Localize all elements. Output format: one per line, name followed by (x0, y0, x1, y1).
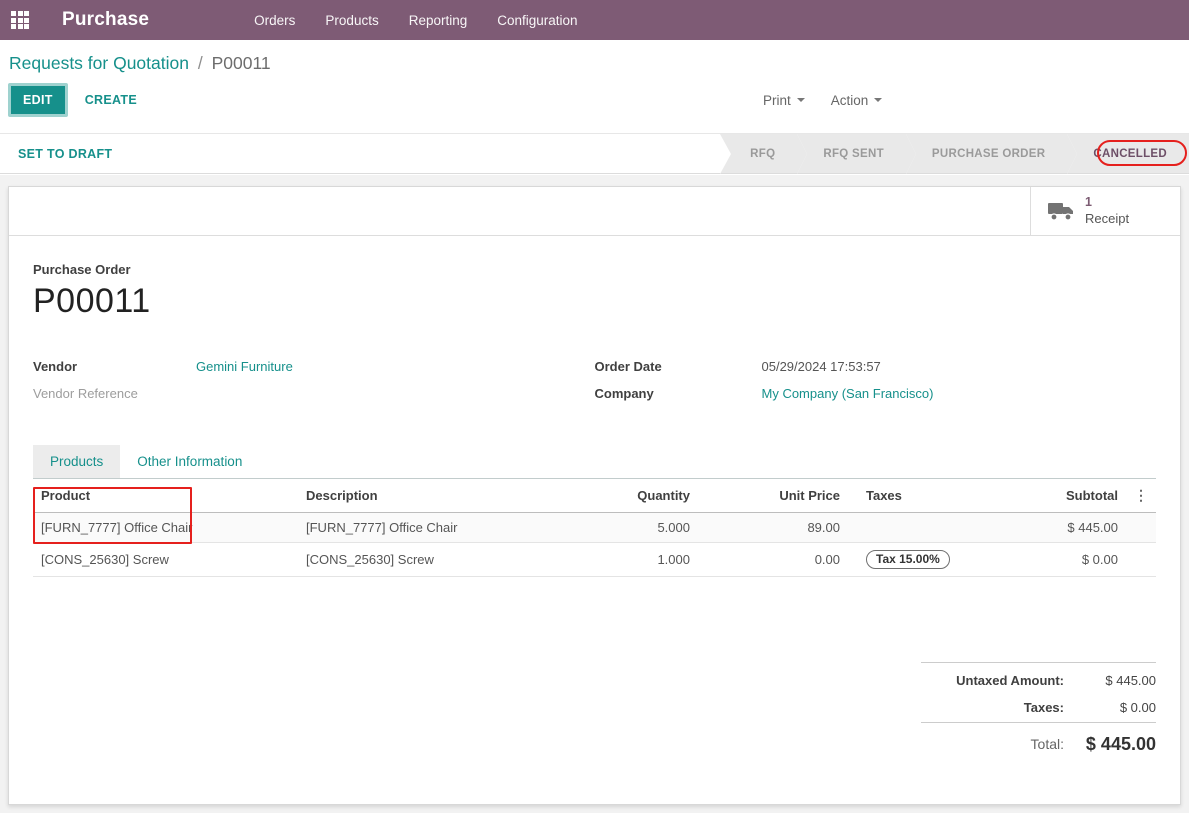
untaxed-amount-label: Untaxed Amount: (956, 673, 1064, 688)
caret-down-icon (874, 98, 882, 102)
cell-quantity[interactable]: 5.000 (623, 513, 698, 543)
receipt-stat-button[interactable]: 1 Receipt (1030, 187, 1180, 235)
page-title: P00011 (33, 282, 1156, 321)
field-group: Vendor Gemini Furniture Vendor Reference… (33, 353, 1156, 407)
total-value: $ 445.00 (1064, 734, 1156, 755)
breadcrumb-parent-link[interactable]: Requests for Quotation (9, 53, 189, 73)
control-panel: Requests for Quotation / P00011 EDIT CRE… (0, 40, 1189, 126)
action-dropdown[interactable]: Action (831, 93, 883, 108)
apps-menu-button[interactable] (0, 0, 40, 40)
order-line-row[interactable]: [FURN_7777] Office Chair [FURN_7777] Off… (33, 513, 1156, 543)
taxes-label: Taxes: (1024, 700, 1064, 715)
order-lines-table: Product Description Quantity Unit Price … (33, 479, 1156, 577)
document-type-label: Purchase Order (33, 262, 1156, 277)
tab-products[interactable]: Products (33, 445, 120, 478)
menu-reporting[interactable]: Reporting (409, 13, 468, 28)
cell-description[interactable]: [CONS_25630] Screw (298, 543, 623, 577)
main-menu: Orders Products Reporting Configuration (254, 13, 577, 28)
col-header-description[interactable]: Description (298, 479, 623, 513)
col-header-taxes[interactable]: Taxes (848, 479, 1043, 513)
statusbar-steps: RFQ RFQ SENT PURCHASE ORDER CANCELLED (720, 134, 1189, 173)
caret-down-icon (797, 98, 805, 102)
cell-quantity[interactable]: 1.000 (623, 543, 698, 577)
menu-orders[interactable]: Orders (254, 13, 295, 28)
col-header-quantity[interactable]: Quantity (623, 479, 698, 513)
action-dropdown-label: Action (831, 93, 869, 108)
company-value-link[interactable]: My Company (San Francisco) (762, 386, 934, 401)
order-date-value[interactable]: 05/29/2024 17:53:57 (762, 359, 881, 374)
vendor-label: Vendor (33, 359, 196, 374)
status-step-rfq[interactable]: RFQ (720, 134, 797, 173)
col-header-product[interactable]: Product (33, 479, 298, 513)
breadcrumb-separator: / (198, 53, 203, 73)
untaxed-amount-value: $ 445.00 (1064, 673, 1156, 688)
create-button[interactable]: CREATE (85, 93, 137, 107)
app-title[interactable]: Purchase (62, 9, 149, 31)
order-line-row[interactable]: [CONS_25630] Screw [CONS_25630] Screw 1.… (33, 543, 1156, 577)
stat-button-box: 1 Receipt (9, 187, 1180, 236)
order-date-label: Order Date (595, 359, 762, 374)
vendor-reference-label: Vendor Reference (33, 386, 196, 401)
print-dropdown[interactable]: Print (763, 93, 805, 108)
menu-products[interactable]: Products (325, 13, 378, 28)
menu-configuration[interactable]: Configuration (497, 13, 577, 28)
print-dropdown-label: Print (763, 93, 791, 108)
status-bar: SET TO DRAFT RFQ RFQ SENT PURCHASE ORDER… (0, 133, 1189, 174)
col-header-unit-price[interactable]: Unit Price (698, 479, 848, 513)
optional-columns-icon[interactable]: ⋮ (1134, 487, 1148, 503)
receipt-count: 1 (1085, 195, 1129, 211)
total-label: Total: (1031, 736, 1064, 752)
status-step-rfq-sent[interactable]: RFQ SENT (797, 134, 906, 173)
top-navbar: Purchase Orders Products Reporting Confi… (0, 0, 1189, 40)
vendor-value-link[interactable]: Gemini Furniture (196, 359, 293, 374)
form-view-background: 1 Receipt Purchase Order P00011 Vendor G… (0, 175, 1189, 813)
set-to-draft-button[interactable]: SET TO DRAFT (18, 147, 112, 161)
cell-unit-price[interactable]: 0.00 (698, 543, 848, 577)
apps-grid-icon (11, 11, 29, 29)
cell-unit-price[interactable]: 89.00 (698, 513, 848, 543)
purchase-order-sheet: 1 Receipt Purchase Order P00011 Vendor G… (8, 186, 1181, 805)
notebook-tabs: Products Other Information (33, 445, 1156, 479)
edit-button[interactable]: EDIT (8, 83, 68, 117)
company-label: Company (595, 386, 762, 401)
receipt-label: Receipt (1085, 211, 1129, 227)
status-step-cancelled[interactable]: CANCELLED (1067, 134, 1189, 173)
cell-product[interactable]: [CONS_25630] Screw (33, 543, 298, 577)
cell-description[interactable]: [FURN_7777] Office Chair (298, 513, 623, 543)
cell-subtotal: $ 0.00 (1043, 543, 1126, 577)
cell-subtotal: $ 445.00 (1043, 513, 1126, 543)
taxes-value: $ 0.00 (1064, 700, 1156, 715)
totals-divider (921, 722, 1156, 723)
status-step-purchase-order[interactable]: PURCHASE ORDER (906, 134, 1067, 173)
tax-badge[interactable]: Tax 15.00% (866, 550, 950, 569)
totals-block: Untaxed Amount: $ 445.00 Taxes: $ 0.00 T… (921, 661, 1156, 761)
totals-divider (921, 662, 1156, 663)
tab-other-information[interactable]: Other Information (120, 445, 259, 478)
col-header-subtotal[interactable]: Subtotal (1043, 479, 1126, 513)
cell-product[interactable]: [FURN_7777] Office Chair (33, 513, 298, 543)
breadcrumb: Requests for Quotation / P00011 (0, 40, 1189, 74)
breadcrumb-current: P00011 (212, 53, 271, 73)
truck-icon (1047, 200, 1075, 222)
